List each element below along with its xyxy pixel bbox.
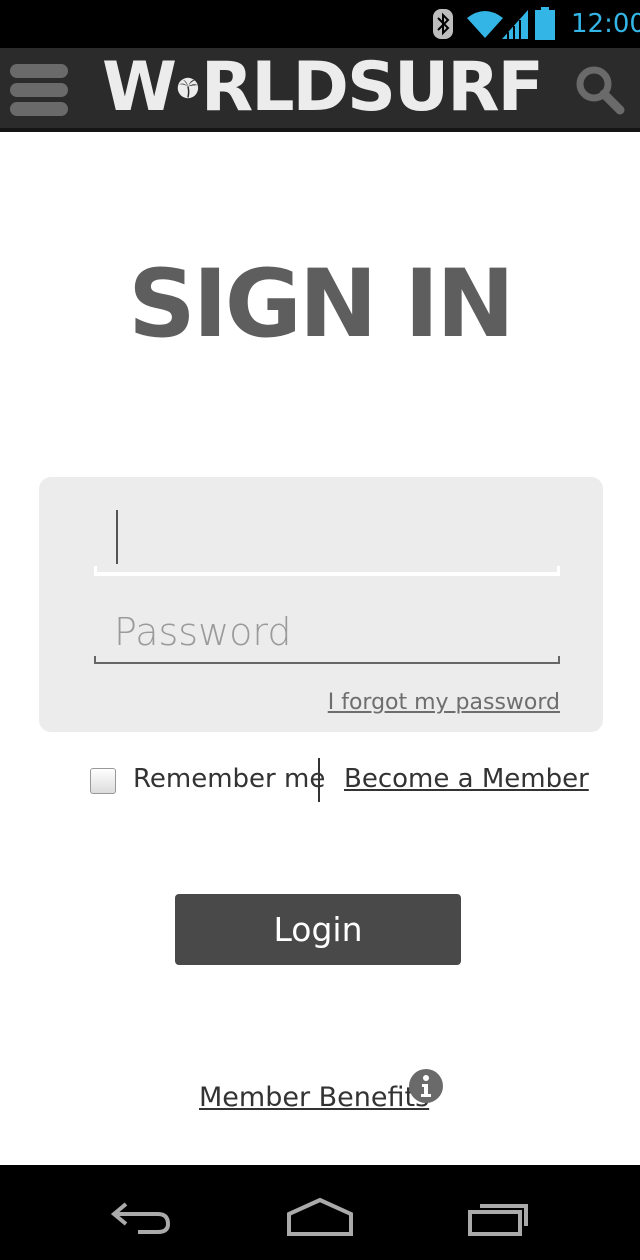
login-button[interactable]: Login [175,894,461,965]
password-field[interactable]: Password [94,598,560,664]
recent-apps-icon[interactable] [466,1196,532,1240]
app-bar: W RLDSURF [0,48,640,132]
logo-text-left: W [102,48,177,127]
wifi-icon [467,11,503,38]
field-edge-right [558,656,560,664]
remember-me-checkbox[interactable] [90,768,116,794]
field-edge-left [94,656,96,664]
status-bar: 12:00 [0,0,640,48]
field-edge-right [557,566,560,576]
palm-tree-icon [177,77,199,99]
home-icon[interactable] [285,1196,355,1240]
battery-icon [535,7,555,40]
field-edge-left [94,566,97,576]
search-icon[interactable] [574,64,626,116]
signal-icon [502,10,528,39]
info-icon[interactable] [408,1068,444,1104]
password-placeholder: Password [114,610,292,654]
member-benefits-link[interactable]: Member Benefits [199,1082,429,1113]
remember-me-label[interactable]: Remember me [133,764,325,794]
forgot-password-link[interactable]: I forgot my password [328,690,560,715]
worldsurf-logo[interactable]: W RLDSURF [102,48,544,127]
back-icon[interactable] [108,1196,174,1240]
divider [318,758,320,802]
text-cursor [116,510,118,564]
bluetooth-icon [433,9,453,39]
page-title: SIGN IN [128,250,515,359]
become-member-link[interactable]: Become a Member [344,764,589,794]
status-time: 12:00 [571,9,640,39]
logo-text-right: RLDSURF [200,48,544,127]
hamburger-menu-icon[interactable] [10,62,70,118]
username-field[interactable] [94,508,560,576]
